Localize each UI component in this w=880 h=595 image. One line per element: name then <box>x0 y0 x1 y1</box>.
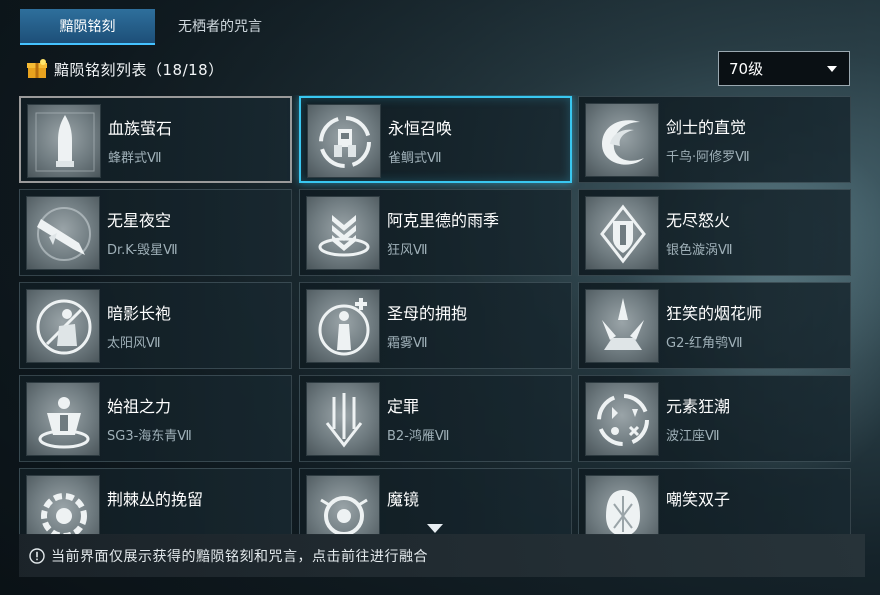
twin-gem-emblem-icon <box>585 475 659 535</box>
inscription-card[interactable]: 圣母的拥抱 霜雾Ⅶ <box>299 282 572 369</box>
gift-icon <box>27 59 47 78</box>
card-name: 定罪 <box>387 397 420 416</box>
card-mech: 波江座Ⅶ <box>666 429 720 444</box>
inscription-card[interactable]: 血族萤石 蜂群式Ⅶ <box>19 96 292 183</box>
card-mech: B2-鸿雁Ⅶ <box>387 429 450 444</box>
tab-dark-inscription[interactable]: 黯陨铭刻 <box>20 9 155 45</box>
chevron-down-emblem-icon <box>306 196 380 270</box>
inscription-card[interactable]: 剑士的直觉 千鸟·阿修罗Ⅶ <box>578 96 851 183</box>
card-mech: 银色漩涡Ⅶ <box>666 243 733 258</box>
card-name: 血族萤石 <box>108 119 173 138</box>
card-name: 暗影长袍 <box>107 304 172 323</box>
inscription-card[interactable]: 无尽怒火 银色漩涡Ⅶ <box>578 189 851 276</box>
inscription-card[interactable]: 狂笑的烟花师 G2-红角鸮Ⅶ <box>578 282 851 369</box>
mech-summon-emblem-icon <box>307 104 381 178</box>
crescent-slash-emblem-icon <box>585 103 659 177</box>
card-name: 魔镜 <box>387 490 420 509</box>
card-name: 荆棘丛的挽留 <box>107 490 204 509</box>
card-mech: 雀鲷式Ⅶ <box>388 151 442 166</box>
inscription-card[interactable]: 元素狂潮 波江座Ⅶ <box>578 375 851 462</box>
card-name: 剑士的直觉 <box>666 118 747 137</box>
card-name: 无尽怒火 <box>666 211 731 230</box>
card-mech: 蜂群式Ⅶ <box>108 151 162 166</box>
healing-figure-emblem-icon <box>306 289 380 363</box>
gear-ring-emblem-icon <box>26 475 100 535</box>
card-name: 阿克里德的雨季 <box>387 211 500 230</box>
info-text: 当前界面仅展示获得的黯陨铭刻和咒言，点击前往进行融合 <box>51 548 428 565</box>
rocket-emblem-icon <box>26 196 100 270</box>
tab-homeless-curse[interactable]: 无栖者的咒言 <box>155 9 285 45</box>
tab-bar: 黯陨铭刻 无栖者的咒言 <box>20 9 285 45</box>
card-mech: 千鸟·阿修罗Ⅶ <box>666 150 750 165</box>
card-mech: G2-红角鸮Ⅶ <box>666 336 743 351</box>
inscription-grid: 血族萤石 蜂群式Ⅶ 永恒召唤 雀鲷式Ⅶ 剑士的直觉 千鸟·阿修罗Ⅶ 无星夜空 D… <box>19 95 851 535</box>
inscription-card[interactable]: 暗影长袍 太阳风Ⅶ <box>19 282 292 369</box>
chevron-down-icon <box>827 65 837 72</box>
list-title: 黯陨铭刻列表（18/18） <box>54 60 224 79</box>
inscription-card[interactable]: 嘲笑双子 <box>578 468 851 535</box>
card-name: 元素狂潮 <box>666 397 731 416</box>
info-bar: 当前界面仅展示获得的黯陨铭刻和咒言，点击前往进行融合 <box>19 534 865 577</box>
bullet-emblem-icon <box>27 104 101 178</box>
card-name: 圣母的拥抱 <box>387 304 468 323</box>
card-mech: 太阳风Ⅶ <box>107 336 161 351</box>
fireworks-emblem-icon <box>585 289 659 363</box>
card-name: 嘲笑双子 <box>666 490 731 509</box>
card-name: 狂笑的烟花师 <box>666 304 763 323</box>
shield-emblem-icon <box>585 196 659 270</box>
inscription-card[interactable]: 永恒召唤 雀鲷式Ⅶ <box>299 96 572 183</box>
list-header: 黯陨铭刻列表（18/18） <box>26 55 224 83</box>
elements-cycle-emblem-icon <box>585 382 659 456</box>
card-name: 无星夜空 <box>107 211 172 230</box>
shadow-figure-emblem-icon <box>26 289 100 363</box>
card-mech: 霜雾Ⅶ <box>387 336 428 351</box>
level-dropdown[interactable]: 70级 <box>718 51 850 86</box>
inscription-card[interactable]: 荆棘丛的挽留 <box>19 468 292 535</box>
falling-arrows-emblem-icon <box>306 382 380 456</box>
inscription-card[interactable]: 定罪 B2-鸿雁Ⅶ <box>299 375 572 462</box>
card-mech: Dr.K-毁星Ⅶ <box>107 243 178 258</box>
card-name: 永恒召唤 <box>388 119 453 138</box>
mirror-gears-emblem-icon <box>306 475 380 535</box>
inscription-card[interactable]: 无星夜空 Dr.K-毁星Ⅶ <box>19 189 292 276</box>
inscription-card[interactable]: 始祖之力 SG3-海东青Ⅶ <box>19 375 292 462</box>
inscription-card[interactable]: 阿克里德的雨季 狂风Ⅶ <box>299 189 572 276</box>
card-mech: SG3-海东青Ⅶ <box>107 429 192 444</box>
level-dropdown-value: 70级 <box>729 60 764 78</box>
card-name: 始祖之力 <box>107 397 172 416</box>
card-mech: 狂风Ⅶ <box>387 243 428 258</box>
muscle-figure-emblem-icon <box>26 382 100 456</box>
info-circle-icon <box>29 547 45 564</box>
